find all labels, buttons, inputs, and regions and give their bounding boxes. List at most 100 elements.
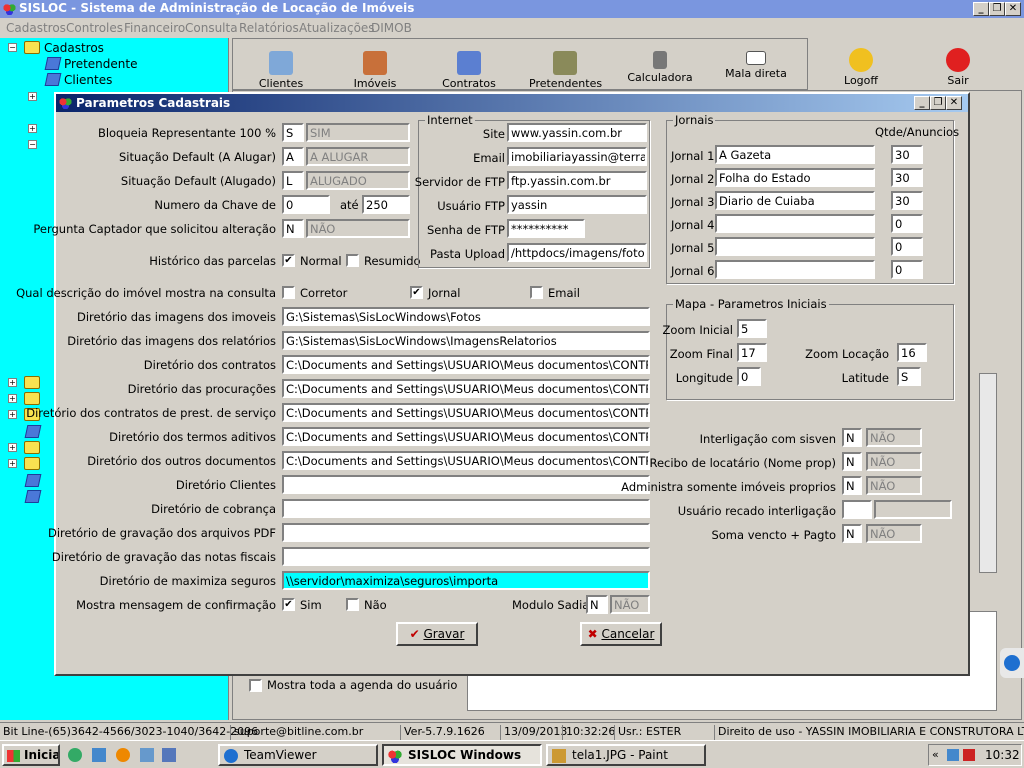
tree-item-clientes[interactable]: Clientes [64, 73, 112, 87]
firefox-icon[interactable] [116, 748, 130, 762]
corretor-checkbox[interactable] [282, 286, 295, 299]
expand-icon[interactable]: + [8, 378, 17, 387]
expand-icon[interactable]: + [8, 394, 17, 403]
expand-icon[interactable]: + [28, 124, 37, 133]
zoom-inicial-input[interactable]: 5 [737, 319, 767, 338]
quicklaunch-icon[interactable] [68, 748, 82, 762]
toolbar-clientes-button[interactable]: Clientes [253, 51, 309, 90]
toolbar-calculadora-button[interactable]: Calculadora [627, 51, 693, 84]
tree-item-cadastros[interactable]: Cadastros [44, 41, 104, 55]
dir-relatorios-input[interactable]: G:\Sistemas\SisLocWindows\ImagensRelator… [282, 331, 650, 350]
toolbar-contratos-button[interactable]: Contratos [437, 51, 501, 90]
menu-consulta[interactable]: Consulta [185, 21, 238, 35]
dir-procuracoes-input[interactable]: C:\Documents and Settings\USUARIO\Meus d… [282, 379, 650, 398]
tree-item-pretendente[interactable]: Pretendente [64, 57, 137, 71]
cancelar-button[interactable]: ✖ Cancelar [580, 622, 662, 646]
ftp-input[interactable]: ftp.yassin.com.br [507, 171, 647, 190]
scrollbar[interactable] [979, 373, 997, 573]
dialog-minimize-button[interactable]: _ [914, 96, 930, 110]
sit-alugar-code-input[interactable]: A [282, 147, 304, 166]
maximize-button[interactable]: ❐ [989, 2, 1005, 16]
longitude-input[interactable]: 0 [737, 367, 761, 386]
task-paint[interactable]: tela1.JPG - Paint [546, 744, 706, 766]
exit-button[interactable]: Sair [938, 48, 978, 87]
tray-icon[interactable] [963, 749, 975, 761]
dir-outros-input[interactable]: C:\Documents and Settings\USUARIO\Meus d… [282, 451, 650, 470]
quicklaunch-icon[interactable] [140, 748, 154, 762]
menu-cadastros[interactable]: Cadastros [6, 21, 66, 35]
jornal-qtd-input[interactable]: 0 [891, 260, 923, 279]
tray-icon[interactable] [947, 749, 959, 761]
recibo-code-input[interactable]: N [842, 452, 862, 471]
proprios-code-input[interactable]: N [842, 476, 862, 495]
normal-checkbox[interactable]: ✔ [282, 254, 295, 267]
captador-code-input[interactable]: N [282, 219, 304, 238]
menu-financeiro[interactable]: Financeiro [124, 21, 185, 35]
dir-pdf-input[interactable] [282, 523, 650, 542]
dir-clientes-input[interactable] [282, 475, 650, 494]
task-teamviewer[interactable]: TeamViewer [218, 744, 378, 766]
sadia-code-input[interactable]: N [586, 595, 608, 614]
collapse-icon[interactable]: − [28, 140, 37, 149]
close-button[interactable]: ✕ [1005, 2, 1021, 16]
user-ftp-input[interactable]: yassin [507, 195, 647, 214]
menu-relatorios[interactable]: Relatórios [239, 21, 299, 35]
gravar-button[interactable]: ✔ Gravar [396, 622, 478, 646]
dir-termos-input[interactable]: C:\Documents and Settings\USUARIO\Meus d… [282, 427, 650, 446]
site-input[interactable]: www.yassin.com.br [507, 123, 647, 142]
start-button[interactable]: Iniciar [2, 744, 60, 766]
agenda-checkbox[interactable] [249, 679, 262, 692]
jornal-qtd-input[interactable]: 30 [891, 168, 923, 187]
expand-icon[interactable]: + [8, 459, 17, 468]
teamviewer-tab[interactable] [1000, 648, 1024, 678]
jornal-name-input[interactable] [715, 260, 875, 279]
menu-dimob[interactable]: DIMOB [371, 21, 412, 35]
jornal-name-input[interactable]: Diario de Cuiaba [715, 191, 875, 210]
jornal-name-input[interactable]: Folha do Estado [715, 168, 875, 187]
minimize-button[interactable]: _ [973, 2, 989, 16]
jornal-name-input[interactable] [715, 237, 875, 256]
resumido-checkbox[interactable] [346, 254, 359, 267]
quicklaunch-icon[interactable] [92, 748, 106, 762]
jornal-qtd-input[interactable]: 30 [891, 145, 923, 164]
toolbar-mala-direta-button[interactable]: Mala direta [723, 51, 789, 80]
dir-cobranca-input[interactable] [282, 499, 650, 518]
chave-from-input[interactable]: 0 [282, 195, 330, 214]
dir-prest-servico-input[interactable]: C:\Documents and Settings\USUARIO\Meus d… [282, 403, 650, 422]
pwd-ftp-input[interactable]: ********** [507, 219, 585, 238]
zoom-locacao-input[interactable]: 16 [897, 343, 927, 362]
dir-notas-input[interactable] [282, 547, 650, 566]
dir-contratos-input[interactable]: C:\Documents and Settings\USUARIO\Meus d… [282, 355, 650, 374]
quicklaunch-icon[interactable] [162, 748, 176, 762]
soma-code-input[interactable]: N [842, 524, 862, 543]
latitude-input[interactable]: S [897, 367, 921, 386]
recado-code-input[interactable] [842, 500, 872, 519]
menu-controles[interactable]: Controles [66, 21, 123, 35]
upload-input[interactable]: /httpdocs/imagens/fotos/lo [507, 243, 647, 262]
menu-atualizacoes[interactable]: Atualizações [299, 21, 375, 35]
nao-checkbox[interactable] [346, 598, 359, 611]
jornal-qtd-input[interactable]: 0 [891, 214, 923, 233]
chave-to-input[interactable]: 250 [362, 195, 410, 214]
zoom-final-input[interactable]: 17 [737, 343, 767, 362]
sim-checkbox[interactable]: ✔ [282, 598, 295, 611]
bloqueia-code-input[interactable]: S [282, 123, 304, 142]
jornal-name-input[interactable] [715, 214, 875, 233]
sit-alugado-code-input[interactable]: L [282, 171, 304, 190]
expand-icon[interactable]: + [8, 410, 17, 419]
logoff-button[interactable]: Logoff [838, 48, 884, 87]
jornal-qtd-input[interactable]: 30 [891, 191, 923, 210]
email-input[interactable]: imobiliariayassin@terra.com. [507, 147, 647, 166]
dir-maximiza-input[interactable]: \\servidor\maximiza\seguros\importa [282, 571, 650, 590]
collapse-icon[interactable]: − [8, 43, 17, 52]
expand-icon[interactable]: + [8, 443, 17, 452]
expand-icon[interactable]: + [28, 92, 37, 101]
email-checkbox[interactable] [530, 286, 543, 299]
dir-fotos-input[interactable]: G:\Sistemas\SisLocWindows\Fotos [282, 307, 650, 326]
toolbar-pretendentes-button[interactable]: Pretendentes [529, 51, 602, 90]
task-sisloc[interactable]: SISLOC Windows [382, 744, 542, 766]
toolbar-imoveis-button[interactable]: Imóveis [347, 51, 403, 90]
dialog-close-button[interactable]: ✕ [946, 96, 962, 110]
jornal-name-input[interactable]: A Gazeta [715, 145, 875, 164]
jornal-checkbox[interactable]: ✔ [410, 286, 423, 299]
